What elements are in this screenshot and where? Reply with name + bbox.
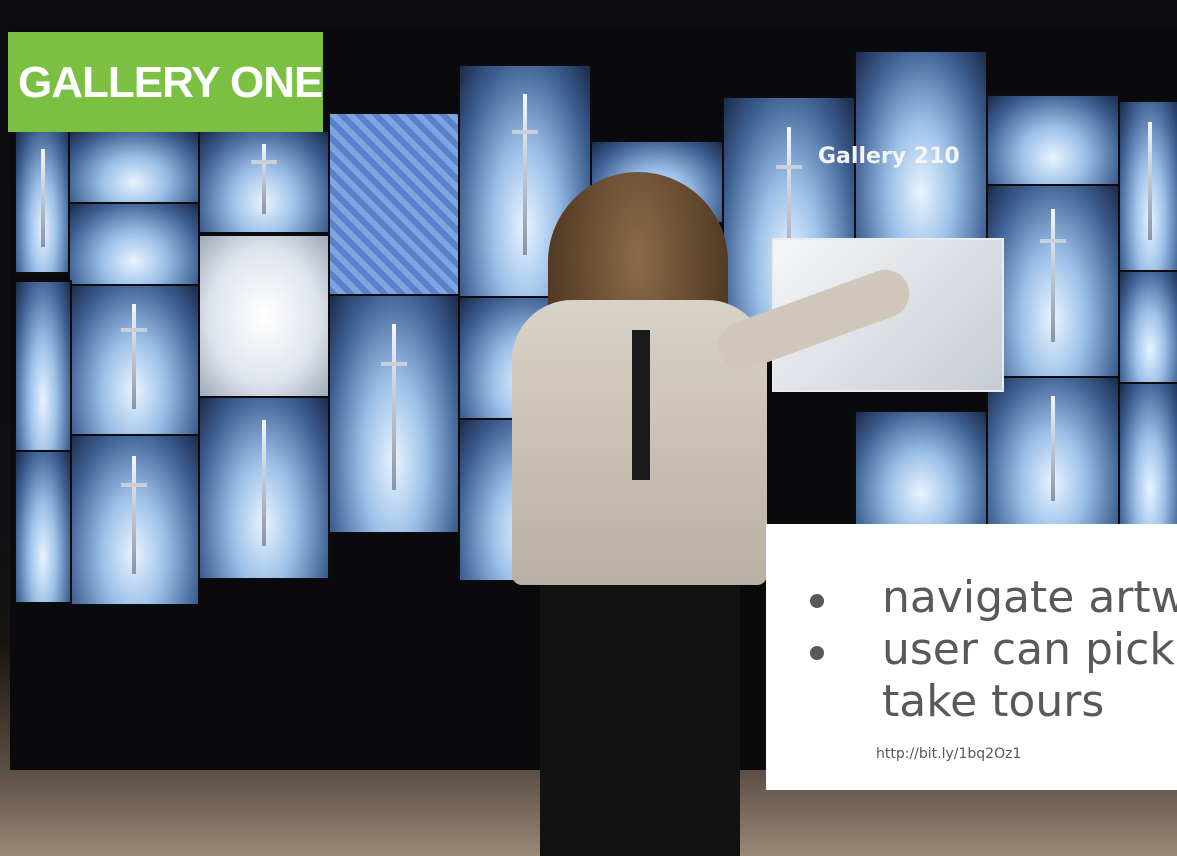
source-link[interactable]: http://bit.ly/1bq2Oz1 xyxy=(876,746,1021,762)
bullet-item: user can pick a xyxy=(766,624,1177,676)
bullet-item: navigate artwo xyxy=(766,572,1177,624)
bullet-dot-icon xyxy=(810,594,824,608)
gallery-one-logo: GALLERY ONE xyxy=(8,32,323,132)
logo-text: GALLERY ONE xyxy=(18,58,323,107)
bullet-list: navigate artwo user can pick a take tour… xyxy=(766,572,1177,728)
visitor-zipper xyxy=(632,330,650,480)
visitor-legs xyxy=(540,585,740,856)
screen-gallery-label: Gallery 210 xyxy=(818,144,960,169)
bullet-text: take tours xyxy=(882,676,1105,727)
caption-panel: navigate artwo user can pick a take tour… xyxy=(766,524,1177,790)
bullet-item-continued: take tours xyxy=(766,676,1177,728)
bullet-text: user can pick a xyxy=(882,624,1177,675)
bullet-dot-icon xyxy=(810,646,824,660)
bullet-text: navigate artwo xyxy=(882,572,1177,623)
